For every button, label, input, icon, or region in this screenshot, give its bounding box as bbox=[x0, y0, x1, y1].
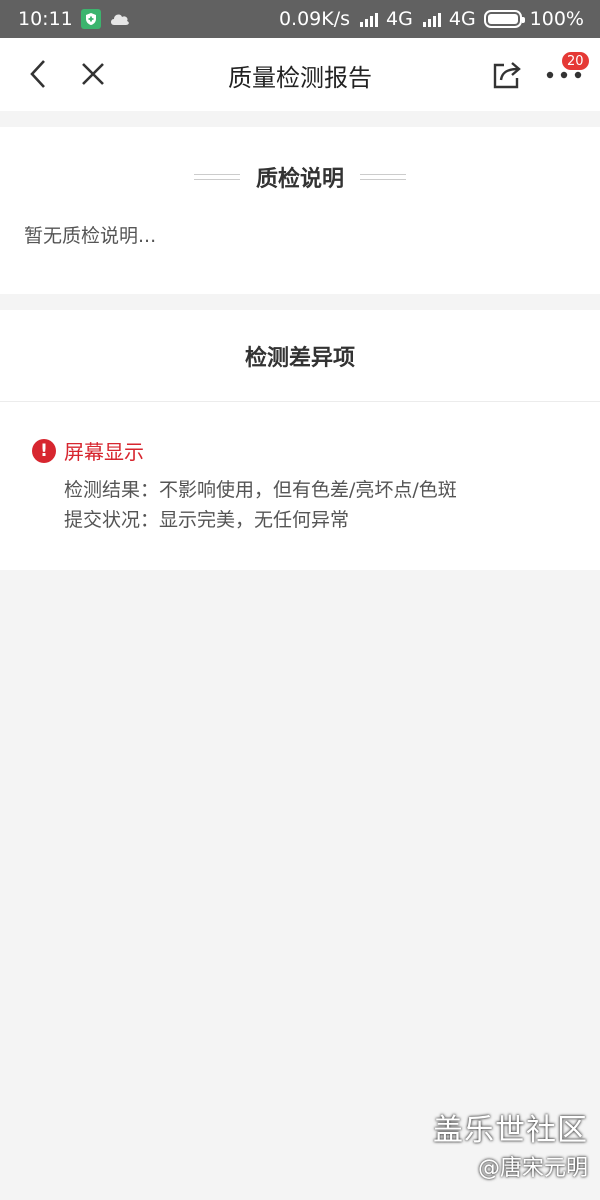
share-icon[interactable] bbox=[490, 58, 524, 92]
description-section: 质检说明 暂无质检说明... bbox=[0, 127, 600, 294]
shield-icon bbox=[80, 9, 101, 29]
description-title: 质检说明 bbox=[255, 167, 344, 192]
diff-item-head: ! 屏幕显示 bbox=[32, 436, 457, 465]
diff-item-result: 检测结果：不影响使用，但有色差/亮坏点/色斑 bbox=[64, 479, 457, 501]
cloud-icon bbox=[110, 14, 129, 25]
divider-left bbox=[193, 174, 240, 180]
battery-icon bbox=[483, 10, 525, 28]
divider-right bbox=[360, 174, 406, 180]
diff-title: 检测差异项 bbox=[0, 310, 600, 402]
diff-item-title: 屏幕显示 bbox=[64, 440, 144, 464]
signal-icon bbox=[422, 13, 441, 27]
diff-item: ! 屏幕显示 检测结果：不影响使用，但有色差/亮坏点/色斑 提交状况：显示完美，… bbox=[32, 436, 457, 535]
net-speed: 0.09K/s bbox=[278, 8, 351, 30]
nav-bar: 质量检测报告 20 bbox=[0, 38, 600, 111]
diff-item-submit: 提交状况：显示完美，无任何异常 bbox=[64, 509, 350, 531]
watermark-user: @唐宋元明 bbox=[477, 1156, 588, 1181]
diff-section: 检测差异项 ! 屏幕显示 检测结果：不影响使用，但有色差/亮坏点/色斑 提交状况… bbox=[0, 310, 600, 570]
watermark-title: 盖乐世社区 bbox=[433, 1113, 588, 1148]
notification-badge: 20 bbox=[561, 51, 590, 71]
diff-item-details: 检测结果：不影响使用，但有色差/亮坏点/色斑 提交状况：显示完美，无任何异常 bbox=[32, 475, 457, 535]
description-body: 暂无质检说明... bbox=[24, 225, 157, 247]
description-header: 质检说明 bbox=[0, 161, 600, 193]
status-left: 10:11 bbox=[18, 8, 131, 30]
warning-icon: ! bbox=[32, 438, 56, 463]
status-bar: 10:11 0.09K/s 4G 4G 100% bbox=[0, 0, 600, 38]
status-right: 0.09K/s 4G 4G 100% bbox=[279, 8, 584, 30]
sim2-label: 4G bbox=[448, 8, 476, 30]
sim1-label: 4G bbox=[386, 8, 413, 30]
signal-icon bbox=[360, 13, 379, 27]
status-time: 10:11 bbox=[18, 8, 73, 30]
battery-fill bbox=[487, 14, 518, 24]
battery-percent: 100% bbox=[529, 8, 584, 30]
